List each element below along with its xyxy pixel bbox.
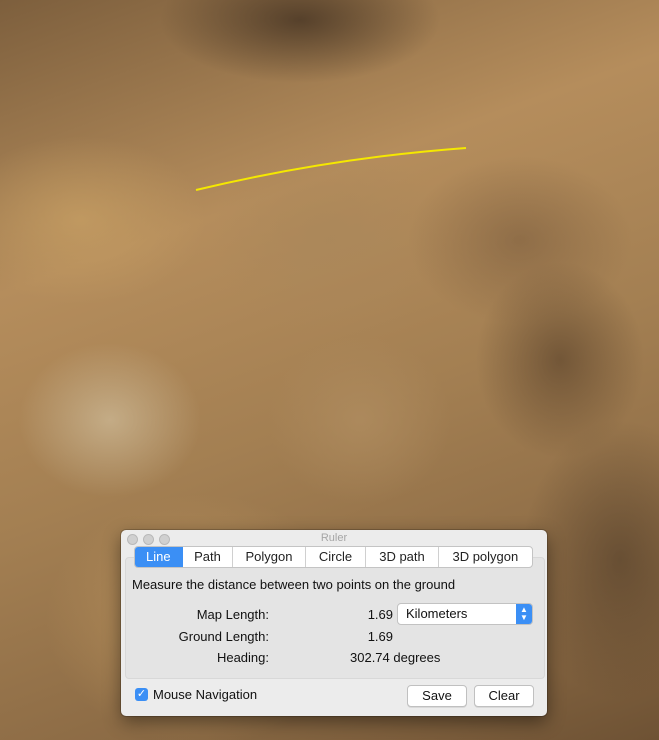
save-button[interactable]: Save: [407, 685, 467, 707]
tab-3d-polygon[interactable]: 3D polygon: [439, 547, 532, 567]
map-length-label: Map Length:: [196, 607, 269, 622]
select-arrows-icon: ▲ ▼: [516, 604, 532, 624]
tab-path[interactable]: Path: [183, 547, 234, 567]
clear-button[interactable]: Clear: [474, 685, 534, 707]
measure-mode-tabs: Line Path Polygon Circle 3D path 3D poly…: [134, 546, 533, 568]
zoom-window-button[interactable]: [159, 534, 170, 545]
heading-label: Heading:: [216, 650, 269, 665]
ground-length-value: 1.69: [367, 629, 393, 644]
close-window-button[interactable]: [127, 534, 138, 545]
tab-3d-path[interactable]: 3D path: [366, 547, 439, 567]
heading-value: 302.74 degrees: [350, 650, 441, 665]
checkmark-icon[interactable]: ✓: [135, 688, 148, 701]
map-length-value: 1.69: [367, 607, 393, 622]
tab-circle[interactable]: Circle: [306, 547, 367, 567]
ruler-window: Ruler Line Path Polygon Circle 3D path 3…: [121, 530, 547, 716]
tab-line[interactable]: Line: [135, 547, 183, 567]
minimize-window-button[interactable]: [143, 534, 154, 545]
units-selected-value: Kilometers: [406, 606, 468, 621]
tab-polygon[interactable]: Polygon: [233, 547, 306, 567]
mouse-navigation-label: Mouse Navigation: [153, 687, 258, 702]
ground-length-label: Ground Length:: [178, 629, 269, 644]
window-title: Ruler: [320, 532, 348, 544]
units-select[interactable]: Kilometers ▲ ▼: [397, 603, 533, 625]
instruction-text: Measure the distance between two points …: [132, 577, 456, 592]
